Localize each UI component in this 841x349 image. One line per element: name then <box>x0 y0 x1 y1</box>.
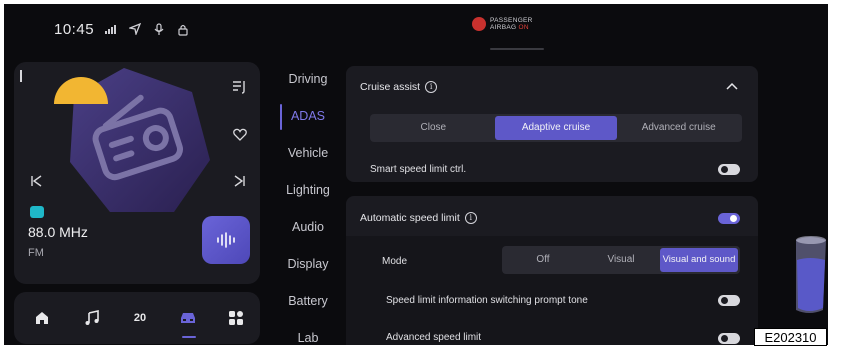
temperature-icon[interactable]: 20 <box>128 306 152 330</box>
mode-option-visual[interactable]: Visual <box>582 248 660 272</box>
nav-item-display[interactable]: Display <box>270 257 346 271</box>
car-icon[interactable] <box>176 306 200 330</box>
chevron-up-icon[interactable] <box>726 82 738 90</box>
smart-speed-limit-toggle[interactable] <box>718 164 740 175</box>
clock: 10:45 <box>54 20 95 38</box>
airbag-line2: AIRBAG <box>490 24 517 31</box>
settings-nav: Driving ADAS Vehicle Lighting Audio Disp… <box>270 64 346 345</box>
mode-option-visual-and-sound[interactable]: Visual and sound <box>660 248 738 272</box>
toggle-knob <box>721 166 728 173</box>
toggle-knob <box>721 297 728 304</box>
media-card[interactable]: 88.0 MHz FM <box>14 62 260 284</box>
status-bar: 10:45 <box>54 18 190 40</box>
temperature-value: 20 <box>133 312 147 324</box>
figure-code: E202310 <box>754 328 827 346</box>
station-band: FM <box>28 247 44 259</box>
nav-item-driving[interactable]: Driving <box>270 72 346 86</box>
radio-source-icon <box>30 206 44 218</box>
nav-item-adas[interactable]: ADAS <box>270 109 346 123</box>
cruise-assist-title: Cruise assist <box>360 81 421 93</box>
automatic-speed-limit-header: Automatic speed limit i <box>360 212 477 224</box>
cruise-option-close[interactable]: Close <box>372 116 495 140</box>
mode-option-off[interactable]: Off <box>504 248 582 272</box>
airbag-line1: PASSENGER <box>490 17 533 24</box>
nav-item-vehicle[interactable]: Vehicle <box>270 146 346 160</box>
airbag-label: PASSENGER AIRBAG ON <box>490 17 533 31</box>
toggle-knob <box>730 215 737 222</box>
nav-item-battery[interactable]: Battery <box>270 294 346 308</box>
automatic-speed-limit-title: Automatic speed limit <box>360 212 460 224</box>
signal-icon <box>104 22 118 36</box>
apps-icon[interactable] <box>224 306 248 330</box>
nav-item-lighting[interactable]: Lighting <box>270 183 346 197</box>
speed-limit-mode-selector: Off Visual Visual and sound <box>502 246 740 274</box>
cruise-option-adaptive[interactable]: Adaptive cruise <box>494 116 618 140</box>
prompt-tone-toggle[interactable] <box>718 295 740 306</box>
bottom-dock: 20 <box>14 292 260 344</box>
cruise-assist-header[interactable]: Cruise assist i <box>360 81 438 93</box>
music-icon[interactable] <box>80 306 104 330</box>
heart-icon[interactable] <box>233 128 247 146</box>
nav-item-audio[interactable]: Audio <box>270 220 346 234</box>
passenger-airbag-indicator: PASSENGER AIRBAG ON <box>472 17 533 31</box>
smart-speed-limit-label: Smart speed limit ctrl. <box>370 164 467 175</box>
screen: 10:45 PASSENGER AIRBAG ON 88.0 MHz FM 20… <box>4 4 828 345</box>
home-icon[interactable] <box>30 306 54 330</box>
dock-active-indicator <box>182 336 196 338</box>
mode-label: Mode <box>382 256 408 267</box>
play-wave-icon[interactable] <box>202 216 250 264</box>
advanced-speed-limit-label: Advanced speed limit <box>386 332 482 343</box>
drink-glass-image <box>796 236 826 313</box>
speed-limit-subsettings: Mode Off Visual Visual and sound Speed l… <box>346 236 758 345</box>
info-icon[interactable]: i <box>425 81 438 93</box>
station-frequency: 88.0 MHz <box>28 224 88 240</box>
prompt-tone-label: Speed limit information switching prompt… <box>386 295 588 306</box>
airbag-state: ON <box>518 24 529 31</box>
automatic-speed-limit-toggle[interactable] <box>718 213 740 224</box>
location-icon <box>128 22 142 36</box>
queue-icon[interactable] <box>232 80 248 99</box>
cruise-assist-card: Cruise assist i Close Adaptive cruise Ad… <box>346 66 758 182</box>
cruise-mode-selector: Close Adaptive cruise Advanced cruise <box>370 114 742 142</box>
lock-icon <box>176 22 190 36</box>
microphone-icon <box>152 22 166 36</box>
next-icon[interactable] <box>234 174 246 192</box>
advanced-speed-limit-toggle[interactable] <box>718 333 740 344</box>
nav-item-lab[interactable]: Lab <box>270 331 346 345</box>
toggle-knob <box>721 335 728 342</box>
previous-icon[interactable] <box>30 174 42 192</box>
info-icon[interactable]: i <box>464 212 477 224</box>
pull-down-handle[interactable] <box>490 48 544 50</box>
cruise-option-advanced[interactable]: Advanced cruise <box>617 116 740 140</box>
airbag-off-icon <box>472 17 486 31</box>
